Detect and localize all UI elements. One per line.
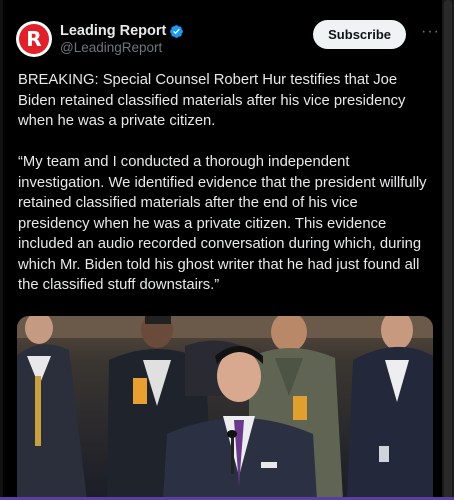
post-header: R Leading Report @LeadingReport Subscrib… — [16, 18, 440, 60]
scrollbar[interactable] — [442, 0, 454, 500]
post-frame: R Leading Report @LeadingReport Subscrib… — [0, 0, 454, 500]
avatar-logo: R — [19, 24, 49, 54]
handle[interactable]: @LeadingReport — [60, 40, 184, 55]
subscribe-button[interactable]: Subscribe — [313, 20, 406, 49]
post-text: BREAKING: Special Counsel Robert Hur tes… — [18, 70, 433, 316]
post-paragraph-2: “My team and I conducted a thorough inde… — [18, 154, 427, 293]
display-name[interactable]: Leading Report — [60, 23, 166, 39]
post-paragraph-1: BREAKING: Special Counsel Robert Hur tes… — [18, 72, 406, 129]
name-row: Leading Report — [60, 23, 184, 39]
avatar[interactable]: R — [16, 21, 52, 57]
scrollbar-thumb[interactable] — [444, 0, 452, 500]
author-info: Leading Report @LeadingReport — [60, 23, 184, 55]
video-frame-image — [17, 316, 433, 500]
more-options-icon[interactable]: ··· — [421, 23, 440, 41]
post-video[interactable] — [17, 316, 433, 500]
verified-badge-icon — [170, 24, 184, 38]
left-border — [0, 0, 3, 500]
